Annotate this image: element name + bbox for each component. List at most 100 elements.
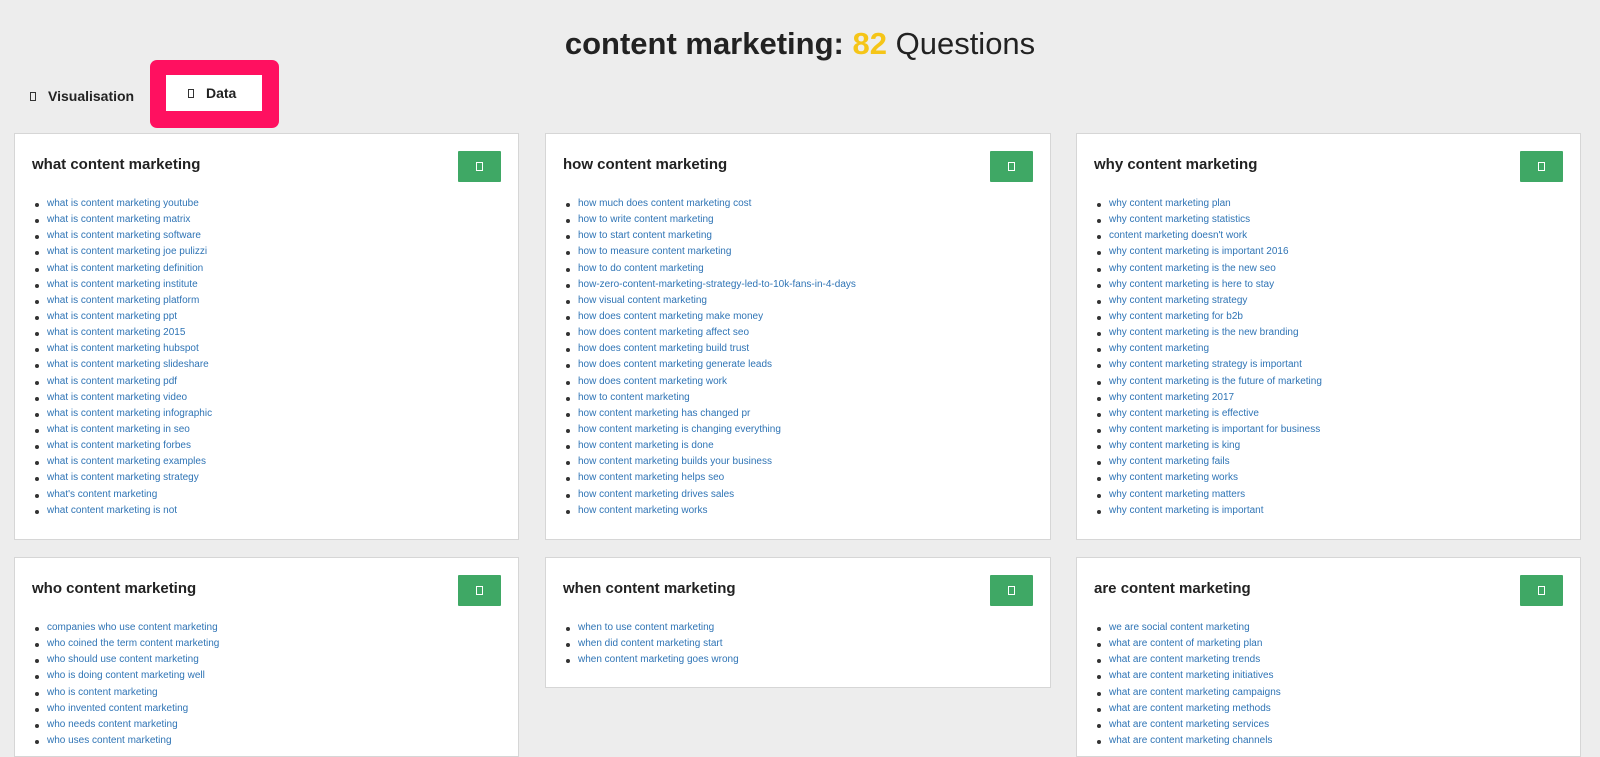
- question-item: who should use content marketing: [34, 652, 219, 668]
- question-link[interactable]: who coined the term content marketing: [47, 638, 219, 649]
- question-link[interactable]: what is content marketing institute: [47, 279, 198, 290]
- question-link[interactable]: why content marketing for b2b: [1109, 311, 1243, 322]
- question-link[interactable]: what's content marketing: [47, 489, 157, 500]
- question-link[interactable]: how visual content marketing: [578, 295, 707, 306]
- question-link[interactable]: when did content marketing start: [578, 638, 723, 649]
- question-link[interactable]: what is content marketing forbes: [47, 440, 191, 451]
- question-link[interactable]: what is content marketing in seo: [47, 424, 190, 435]
- question-link[interactable]: why content marketing is here to stay: [1109, 279, 1274, 290]
- question-link[interactable]: why content marketing is important 2016: [1109, 246, 1289, 257]
- question-link[interactable]: how content marketing has changed pr: [578, 408, 750, 419]
- tab-data[interactable]: Data: [166, 75, 262, 111]
- question-link[interactable]: we are social content marketing: [1109, 622, 1250, 633]
- question-link[interactable]: how content marketing is done: [578, 440, 714, 451]
- question-link[interactable]: what is content marketing infographic: [47, 408, 212, 419]
- question-link[interactable]: what are content marketing campaigns: [1109, 687, 1281, 698]
- question-link[interactable]: how content marketing works: [578, 505, 708, 516]
- question-link[interactable]: how much does content marketing cost: [578, 198, 751, 209]
- question-link[interactable]: what are content of marketing plan: [1109, 638, 1262, 649]
- question-link[interactable]: what is content marketing ppt: [47, 311, 177, 322]
- question-link[interactable]: why content marketing strategy: [1109, 295, 1247, 306]
- question-link[interactable]: why content marketing: [1109, 343, 1209, 354]
- question-link[interactable]: how-zero-content-marketing-strategy-led-…: [578, 279, 856, 290]
- question-link[interactable]: what is content marketing software: [47, 230, 201, 241]
- question-link[interactable]: why content marketing is the new seo: [1109, 263, 1276, 274]
- question-link[interactable]: who is doing content marketing well: [47, 670, 205, 681]
- question-link[interactable]: why content marketing statistics: [1109, 214, 1250, 225]
- question-link[interactable]: how content marketing builds your busine…: [578, 456, 772, 467]
- question-link[interactable]: who is content marketing: [47, 687, 158, 698]
- question-link[interactable]: who needs content marketing: [47, 719, 178, 730]
- question-link[interactable]: how does content marketing build trust: [578, 343, 749, 354]
- question-link[interactable]: what are content marketing trends: [1109, 654, 1260, 665]
- question-link[interactable]: how does content marketing make money: [578, 311, 763, 322]
- question-link[interactable]: why content marketing 2017: [1109, 392, 1234, 403]
- question-link[interactable]: content marketing doesn't work: [1109, 230, 1247, 241]
- question-item: what is content marketing examples: [34, 454, 212, 470]
- question-link[interactable]: why content marketing strategy is import…: [1109, 359, 1302, 370]
- question-link[interactable]: what is content marketing platform: [47, 295, 199, 306]
- question-link[interactable]: how content marketing helps seo: [578, 472, 724, 483]
- question-link[interactable]: when content marketing goes wrong: [578, 654, 739, 665]
- copy-icon: [476, 586, 483, 595]
- question-link[interactable]: what is content marketing 2015: [47, 327, 185, 338]
- question-item: why content marketing is the future of m…: [1097, 374, 1322, 390]
- question-link[interactable]: companies who use content marketing: [47, 622, 218, 633]
- copy-button[interactable]: [458, 151, 501, 182]
- question-link[interactable]: why content marketing plan: [1109, 198, 1231, 209]
- question-link[interactable]: why content marketing is important for b…: [1109, 424, 1320, 435]
- question-link[interactable]: what is content marketing hubspot: [47, 343, 199, 354]
- question-link[interactable]: when to use content marketing: [578, 622, 714, 633]
- question-link[interactable]: who uses content marketing: [47, 735, 172, 746]
- question-item: how does content marketing affect seo: [566, 325, 856, 341]
- tab-visualisation[interactable]: Visualisation: [30, 86, 134, 106]
- question-item: who is doing content marketing well: [34, 668, 219, 684]
- question-link[interactable]: how to measure content marketing: [578, 246, 731, 257]
- question-link[interactable]: how does content marketing work: [578, 376, 727, 387]
- question-link[interactable]: what content marketing is not: [47, 505, 177, 516]
- question-link[interactable]: how to do content marketing: [578, 263, 704, 274]
- question-link[interactable]: why content marketing is the future of m…: [1109, 376, 1322, 387]
- question-link[interactable]: what is content marketing definition: [47, 263, 203, 274]
- question-link[interactable]: how to content marketing: [578, 392, 690, 403]
- question-link[interactable]: how does content marketing generate lead…: [578, 359, 772, 370]
- copy-button[interactable]: [1520, 575, 1563, 606]
- question-list: how much does content marketing cost how …: [566, 196, 856, 519]
- question-link[interactable]: what is content marketing video: [47, 392, 187, 403]
- question-link[interactable]: why content marketing matters: [1109, 489, 1245, 500]
- question-link[interactable]: how to start content marketing: [578, 230, 712, 241]
- question-item: what are content marketing methods: [1097, 701, 1281, 717]
- question-link[interactable]: why content marketing fails: [1109, 456, 1230, 467]
- question-item: what is content marketing strategy: [34, 470, 212, 486]
- question-link[interactable]: how to write content marketing: [578, 214, 714, 225]
- question-link[interactable]: what are content marketing services: [1109, 719, 1269, 730]
- question-link[interactable]: what is content marketing examples: [47, 456, 206, 467]
- question-link[interactable]: what are content marketing initiatives: [1109, 670, 1274, 681]
- question-link[interactable]: who should use content marketing: [47, 654, 199, 665]
- question-item: what are content marketing services: [1097, 717, 1281, 733]
- question-item: why content marketing 2017: [1097, 390, 1322, 406]
- question-link[interactable]: what is content marketing joe pulizzi: [47, 246, 207, 257]
- question-link[interactable]: how content marketing is changing everyt…: [578, 424, 781, 435]
- question-link[interactable]: why content marketing is important: [1109, 505, 1264, 516]
- question-link[interactable]: how content marketing drives sales: [578, 489, 734, 500]
- copy-button[interactable]: [458, 575, 501, 606]
- question-link[interactable]: what is content marketing pdf: [47, 376, 177, 387]
- question-link[interactable]: why content marketing works: [1109, 472, 1238, 483]
- question-link[interactable]: what is content marketing matrix: [47, 214, 190, 225]
- question-link[interactable]: what is content marketing strategy: [47, 472, 199, 483]
- question-link[interactable]: why content marketing is king: [1109, 440, 1240, 451]
- copy-button[interactable]: [990, 151, 1033, 182]
- question-link[interactable]: what are content marketing methods: [1109, 703, 1271, 714]
- copy-icon: [1008, 162, 1015, 171]
- question-link[interactable]: why content marketing is the new brandin…: [1109, 327, 1299, 338]
- copy-button[interactable]: [1520, 151, 1563, 182]
- question-link[interactable]: how does content marketing affect seo: [578, 327, 749, 338]
- question-item: what are content marketing channels: [1097, 733, 1281, 749]
- question-link[interactable]: why content marketing is effective: [1109, 408, 1259, 419]
- question-link[interactable]: what are content marketing channels: [1109, 735, 1272, 746]
- copy-button[interactable]: [990, 575, 1033, 606]
- question-link[interactable]: who invented content marketing: [47, 703, 188, 714]
- question-link[interactable]: what is content marketing slideshare: [47, 359, 209, 370]
- question-link[interactable]: what is content marketing youtube: [47, 198, 199, 209]
